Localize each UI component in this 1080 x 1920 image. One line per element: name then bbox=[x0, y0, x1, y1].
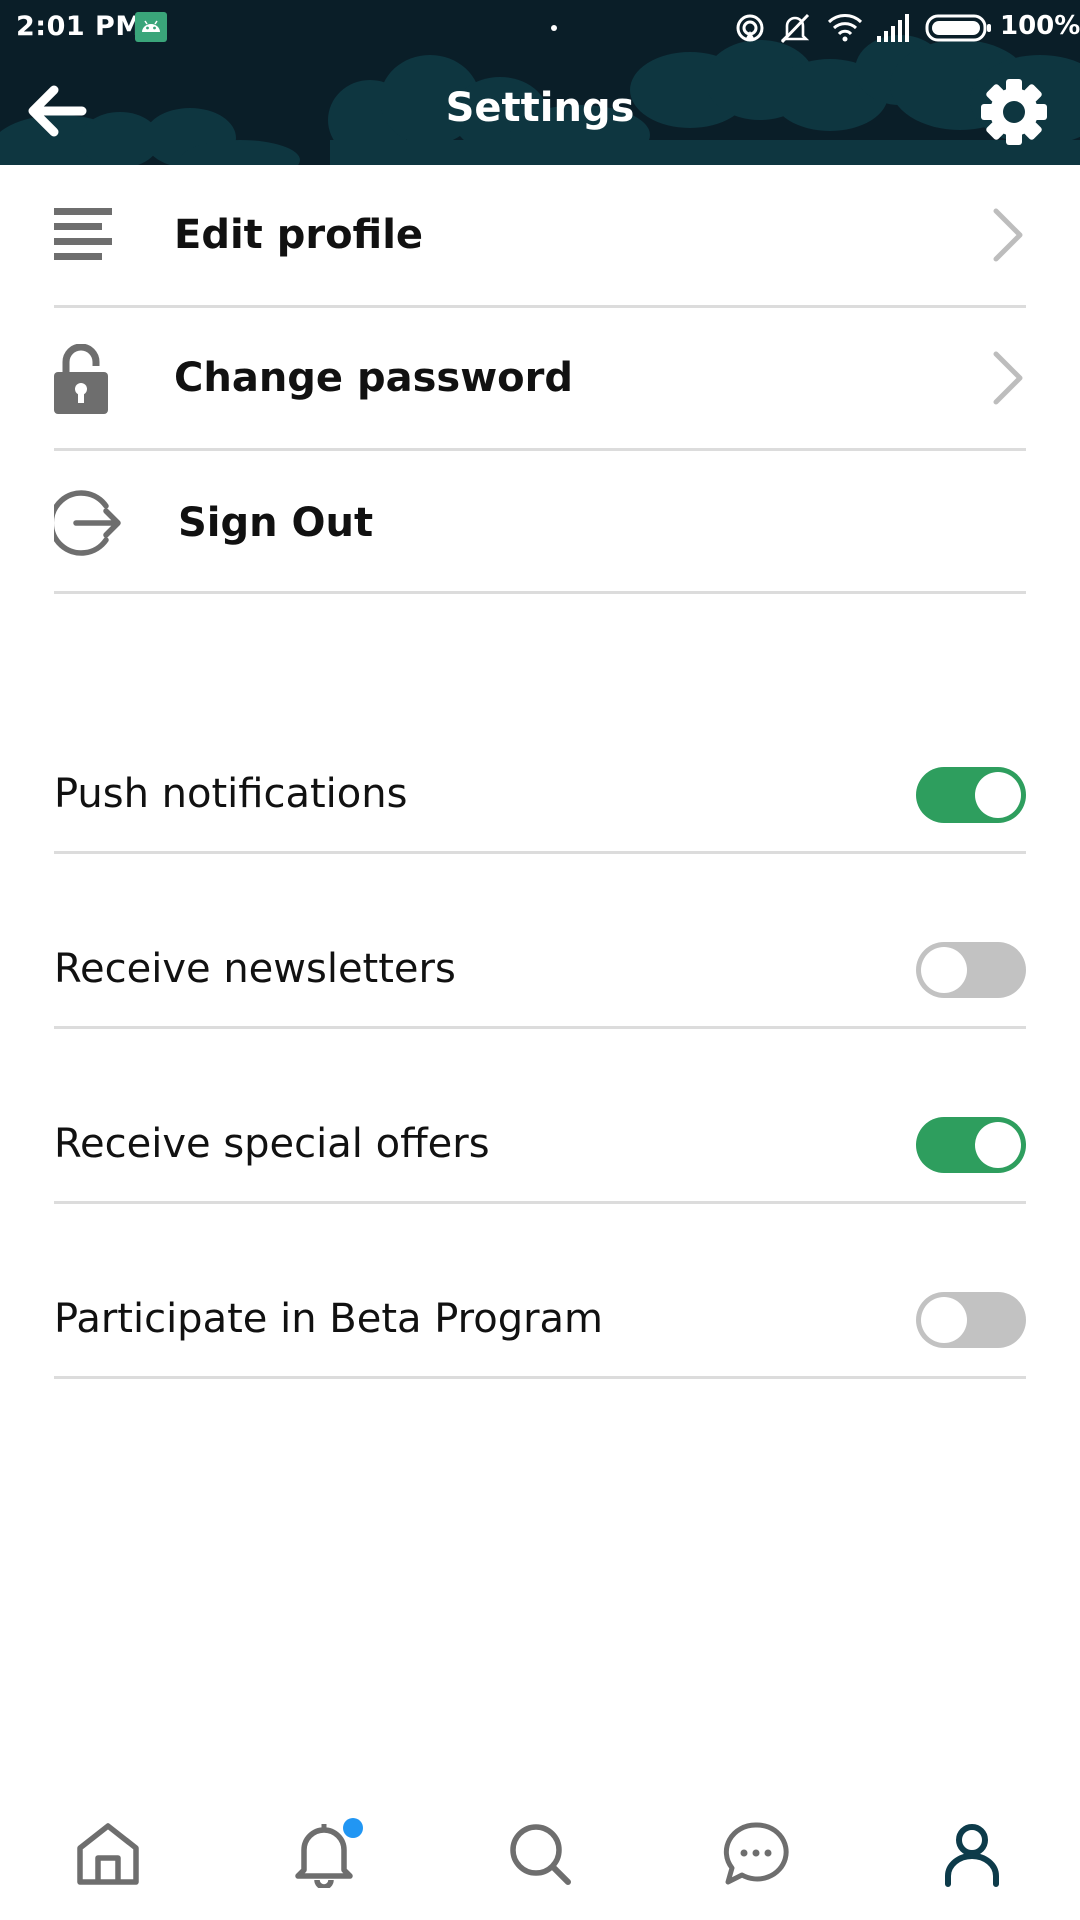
notification-badge bbox=[343, 1818, 363, 1838]
menu-item-sign-out[interactable]: Sign Out bbox=[54, 451, 1026, 594]
page-title: Settings bbox=[445, 85, 635, 131]
menu-item-label: Change password bbox=[174, 355, 574, 401]
nav-notifications[interactable] bbox=[216, 1790, 432, 1920]
home-icon bbox=[77, 1823, 139, 1885]
toggle-knob bbox=[975, 1122, 1021, 1168]
status-dot bbox=[551, 25, 557, 31]
menu-item-label: Edit profile bbox=[174, 212, 424, 258]
settings-gear-button[interactable] bbox=[978, 76, 1050, 148]
toggle-label: Receive special offers bbox=[54, 1121, 490, 1167]
special-offers-toggle[interactable] bbox=[916, 1117, 1026, 1173]
mute-icon bbox=[780, 13, 810, 44]
hotspot-icon bbox=[736, 14, 764, 42]
menu-item-edit-profile[interactable]: Edit profile bbox=[54, 165, 1026, 308]
signal-icon bbox=[877, 14, 909, 42]
nav-profile[interactable] bbox=[864, 1790, 1080, 1920]
toggle-row-special-offers: Receive special offers bbox=[54, 1077, 1026, 1204]
lines-icon bbox=[54, 208, 112, 260]
toggle-label: Push notifications bbox=[54, 771, 408, 817]
sign-out-icon bbox=[54, 490, 121, 556]
push-notifications-toggle[interactable] bbox=[916, 767, 1026, 823]
nav-search[interactable] bbox=[432, 1790, 648, 1920]
battery-percent: 100% bbox=[1000, 11, 1080, 41]
battery-icon bbox=[925, 14, 991, 42]
nav-messages[interactable] bbox=[648, 1790, 864, 1920]
chevron-right-icon bbox=[993, 208, 1023, 262]
android-debug-icon bbox=[135, 12, 167, 42]
gear-icon bbox=[981, 79, 1047, 145]
receive-newsletters-toggle[interactable] bbox=[916, 942, 1026, 998]
toggle-label: Participate in Beta Program bbox=[54, 1296, 604, 1342]
status-bar: 2:01 PM 100% bbox=[0, 0, 1080, 56]
toggle-row-push-notifications: Push notifications bbox=[54, 727, 1026, 854]
status-time: 2:01 PM bbox=[16, 11, 143, 42]
user-icon bbox=[945, 1824, 999, 1887]
menu-item-label: Sign Out bbox=[178, 500, 374, 546]
toggle-knob bbox=[921, 1297, 967, 1343]
toggle-knob bbox=[921, 947, 967, 993]
wifi-icon bbox=[827, 14, 863, 42]
menu-item-change-password[interactable]: Change password bbox=[54, 308, 1026, 451]
nav-home[interactable] bbox=[0, 1790, 216, 1920]
toggle-knob bbox=[975, 772, 1021, 818]
beta-program-toggle[interactable] bbox=[916, 1292, 1026, 1348]
lock-icon bbox=[54, 344, 108, 414]
toggle-row-beta-program: Participate in Beta Program bbox=[54, 1252, 1026, 1379]
toggle-row-receive-newsletters: Receive newsletters bbox=[54, 902, 1026, 1029]
app-header: 2:01 PM 100% Settings bbox=[0, 0, 1080, 165]
chevron-right-icon bbox=[993, 351, 1023, 405]
chat-icon bbox=[723, 1822, 789, 1885]
toggle-label: Receive newsletters bbox=[54, 946, 456, 992]
search-icon bbox=[510, 1824, 571, 1885]
bottom-navigation bbox=[0, 1790, 1080, 1920]
